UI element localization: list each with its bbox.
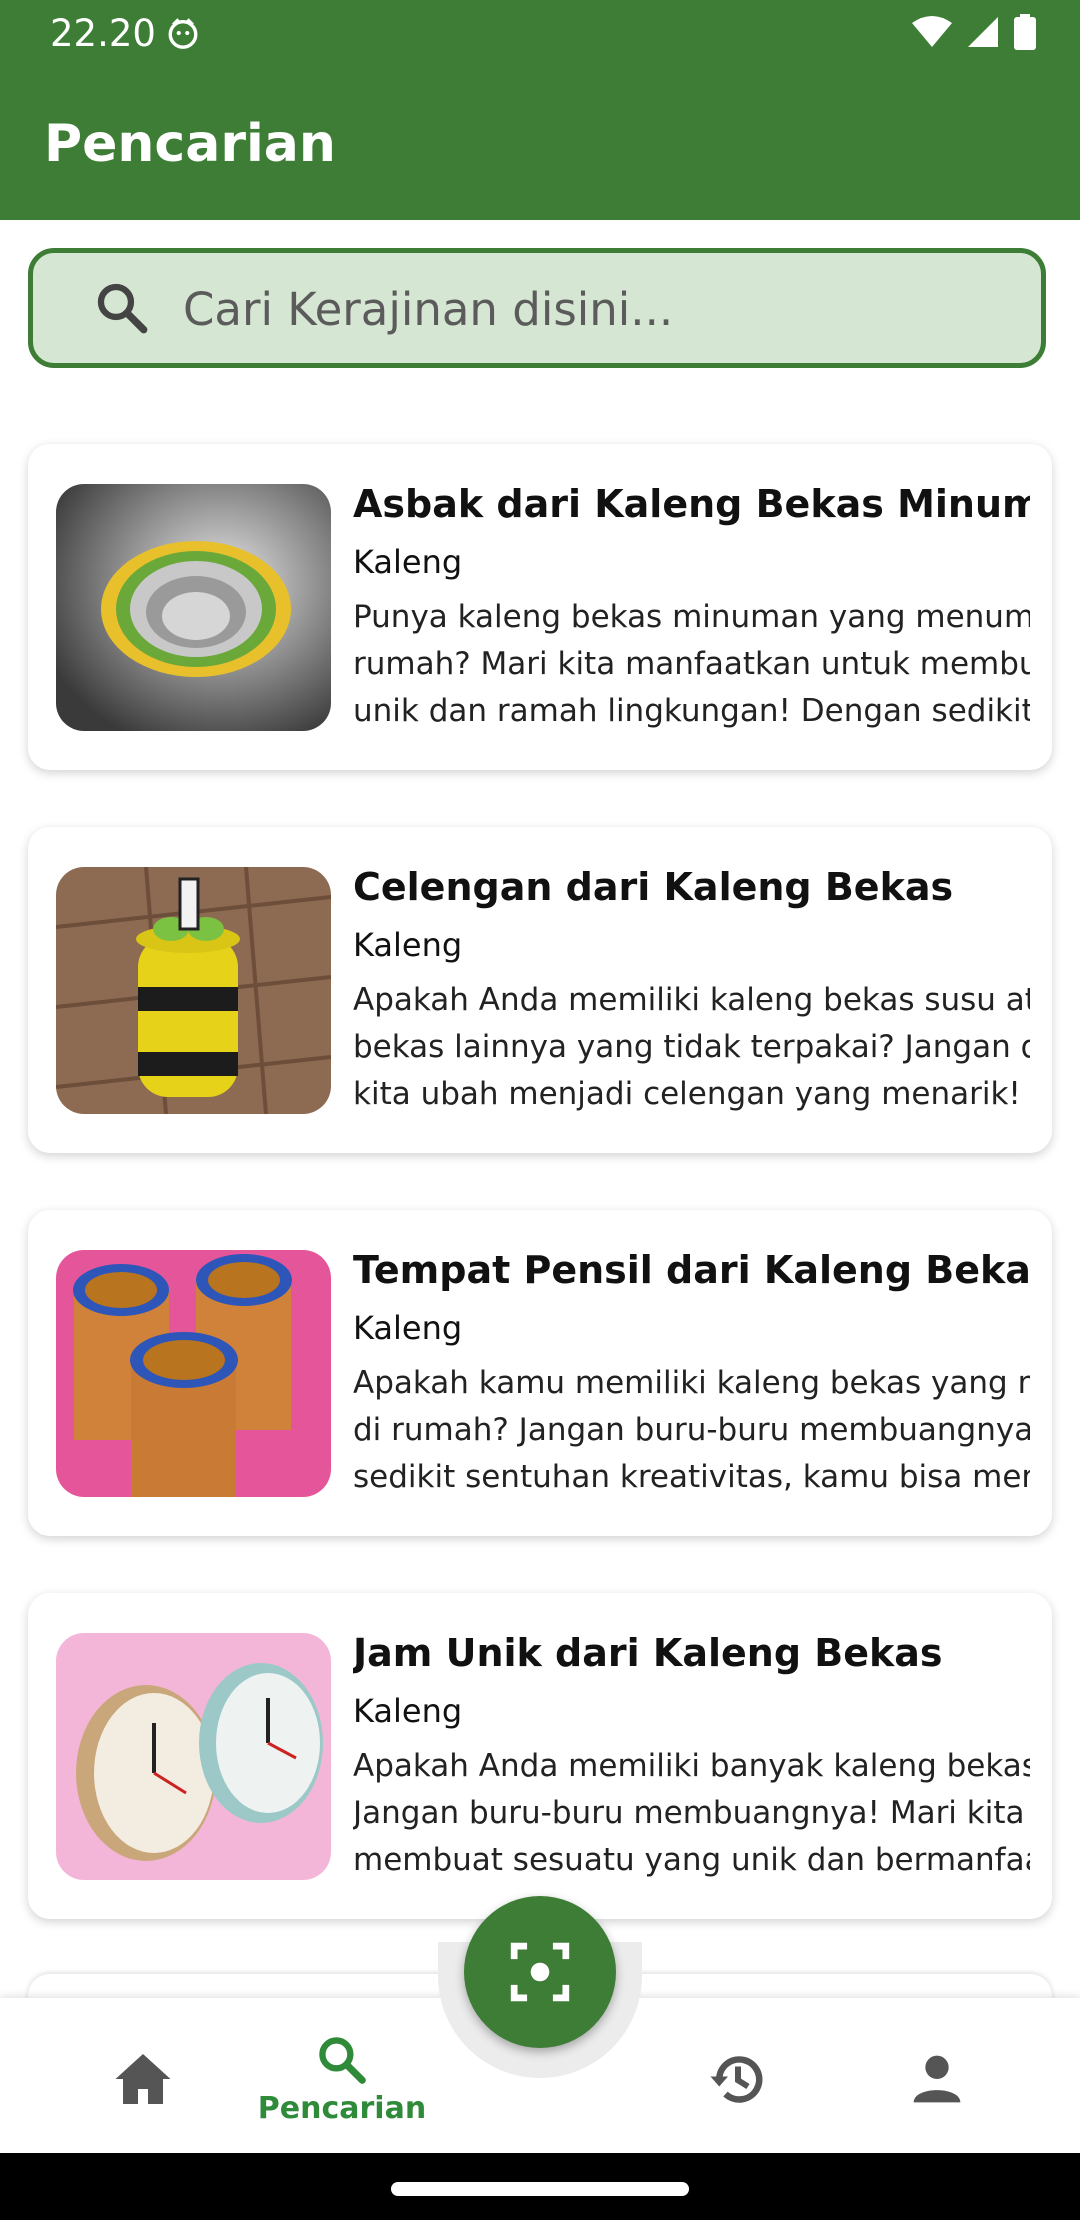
search-icon	[97, 283, 148, 334]
craft-card[interactable]: Celengan dari Kaleng Bekas Kaleng Apakah…	[28, 827, 1052, 1153]
nav-home[interactable]	[63, 2024, 223, 2134]
craft-info: Asbak dari Kaleng Bekas Minuman Kaleng P…	[353, 480, 1030, 735]
history-icon	[710, 2056, 763, 2103]
craft-description: Apakah kamu memiliki kaleng bekas yang m…	[353, 1365, 1030, 1495]
craft-category: Kaleng	[353, 926, 463, 964]
craft-title: Tempat Pensil dari Kaleng Bekas	[353, 1248, 1030, 1292]
craft-category: Kaleng	[353, 1692, 463, 1730]
craft-card[interactable]: Jam Unik dari Kaleng Bekas Kaleng Apakah…	[28, 1593, 1052, 1919]
home-icon	[115, 2054, 171, 2104]
craft-category: Kaleng	[353, 543, 463, 581]
craft-info: Celengan dari Kaleng Bekas Kaleng Apakah…	[353, 863, 1030, 1118]
search-bar[interactable]	[28, 248, 1046, 368]
nav-search-label: Pencarian	[257, 2090, 427, 2126]
nav-search[interactable]: Pencarian	[258, 2024, 426, 2134]
craft-category: Kaleng	[353, 1309, 463, 1347]
craft-title: Celengan dari Kaleng Bekas	[353, 865, 954, 909]
craft-description: Punya kaleng bekas minuman yang menumpuk…	[353, 599, 1030, 729]
page-title: Pencarian	[44, 114, 336, 174]
craft-info: Tempat Pensil dari Kaleng Bekas Kaleng A…	[353, 1246, 1030, 1501]
status-icons	[912, 14, 1036, 50]
craft-thumbnail	[56, 867, 331, 1114]
person-icon	[913, 2055, 961, 2103]
notification-icon	[168, 18, 198, 49]
craft-thumbnail	[56, 484, 331, 731]
craft-description: Apakah Anda memiliki banyak kaleng bekas…	[353, 1748, 1030, 1878]
craft-card[interactable]: Tempat Pensil dari Kaleng Bekas Kaleng A…	[28, 1210, 1052, 1536]
search-input[interactable]	[181, 275, 1025, 343]
craft-thumbnail	[56, 1250, 331, 1497]
scan-button[interactable]	[464, 1896, 616, 2048]
wifi-icon	[912, 16, 952, 47]
craft-title: Jam Unik dari Kaleng Bekas	[353, 1631, 943, 1675]
nav-profile[interactable]	[857, 2024, 1017, 2134]
craft-description: Apakah Anda memiliki kaleng bekas susu a…	[353, 982, 1030, 1112]
battery-icon	[1014, 14, 1036, 50]
craft-list: Asbak dari Kaleng Bekas Minuman Kaleng P…	[28, 444, 1052, 1976]
craft-thumbnail	[56, 1633, 331, 1880]
status-time: 22.20	[50, 12, 156, 55]
scan-icon	[510, 1942, 570, 2002]
craft-title: Asbak dari Kaleng Bekas Minuman	[353, 482, 1030, 526]
craft-card[interactable]: Asbak dari Kaleng Bekas Minuman Kaleng P…	[28, 444, 1052, 770]
app-bar: Pencarian	[0, 70, 1080, 220]
craft-info: Jam Unik dari Kaleng Bekas Kaleng Apakah…	[353, 1629, 1030, 1884]
home-gesture-handle[interactable]	[391, 2182, 689, 2196]
nav-history[interactable]	[658, 2024, 818, 2134]
search-icon	[319, 2036, 366, 2084]
status-bar: 22.20	[0, 0, 1080, 70]
signal-icon	[968, 17, 998, 47]
